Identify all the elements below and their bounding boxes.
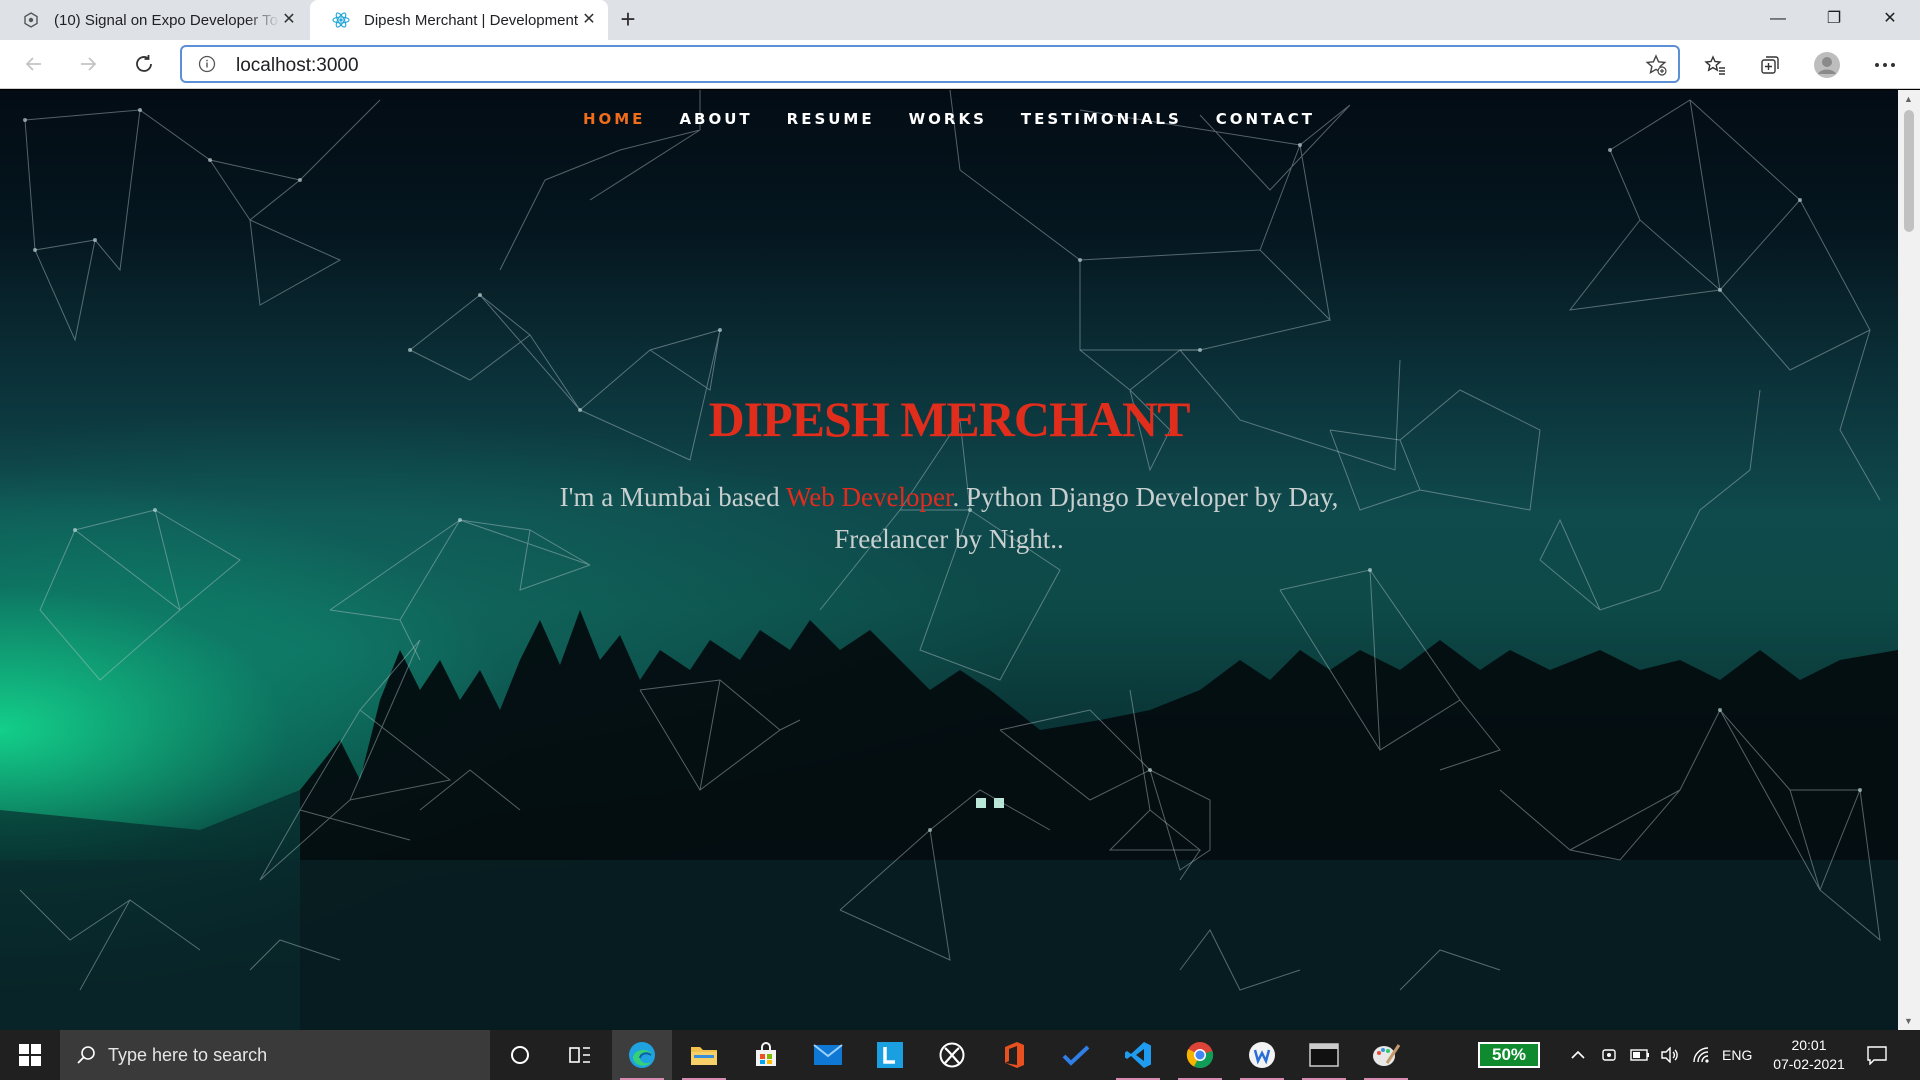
refresh-button[interactable] [128,48,160,80]
task-view-icon[interactable] [550,1030,610,1080]
terminal-icon[interactable] [1294,1030,1354,1080]
show-hidden-icons-icon[interactable] [1570,1030,1586,1080]
collections-icon[interactable] [1755,50,1785,80]
office-icon[interactable] [984,1030,1044,1080]
nav-testimonials[interactable]: TESTIMONIALS [1021,110,1182,128]
react-favicon-icon [332,11,350,29]
more-menu-icon[interactable] [1870,50,1900,80]
scroll-up-icon[interactable]: ▲ [1904,94,1913,104]
page-scrollbar[interactable]: ▲ ▼ [1898,90,1920,1030]
vscode-icon[interactable] [1108,1030,1168,1080]
expo-favicon-icon [22,11,40,29]
intro-prefix: I'm a Mumbai based [559,482,786,512]
notifications-icon[interactable] [1866,1030,1888,1080]
search-icon [77,1046,95,1064]
volume-icon[interactable] [1660,1030,1680,1080]
forward-arrow-icon [81,57,97,71]
browser-tab-bar: (10) Signal on Expo Developer To ✕ Dipes… [0,0,1920,40]
forward-button[interactable] [72,48,104,80]
minimize-button[interactable]: — [1750,0,1806,40]
tab-title: (10) Signal on Expo Developer To [54,11,279,29]
restore-button[interactable]: ❐ [1806,0,1862,40]
todo-icon[interactable] [1046,1030,1106,1080]
cortana-icon[interactable] [490,1030,550,1080]
taskbar-clock[interactable]: 20:01 07-02-2021 [1766,1036,1852,1074]
hero-name: DIPESH MERCHANT [708,391,1191,447]
close-window-button[interactable]: ✕ [1862,0,1918,40]
mail-icon[interactable] [798,1030,858,1080]
nav-contact[interactable]: CONTACT [1216,110,1315,128]
search-placeholder: Type here to search [108,1044,268,1065]
site-info-icon[interactable] [198,55,216,78]
windows-logo-icon [19,1044,41,1066]
profile-avatar-icon[interactable] [1812,50,1842,80]
clock-date: 07-02-2021 [1773,1056,1845,1072]
wifi-icon[interactable] [1692,1030,1712,1080]
intro-highlight: Web Developer [785,482,953,512]
page-viewport: HOME ABOUT RESUME WORKS TESTIMONIALS CON… [0,90,1898,1030]
scroll-down-icon[interactable]: ▼ [1904,1016,1913,1026]
back-arrow-icon [25,57,41,71]
file-explorer-icon[interactable] [674,1030,734,1080]
meet-now-icon[interactable] [1600,1030,1618,1080]
close-tab-icon[interactable]: ✕ [280,11,298,29]
paint-icon[interactable] [1356,1030,1416,1080]
nav-about[interactable]: ABOUT [679,110,752,128]
hero-intro: I'm a Mumbai based Web Developer. Python… [500,476,1398,560]
battery-indicator[interactable]: 50% [1478,1042,1540,1068]
clock-time: 20:01 [1791,1037,1827,1053]
favorites-icon[interactable] [1700,50,1730,80]
site-navigation: HOME ABOUT RESUME WORKS TESTIMONIALS CON… [0,110,1898,128]
store-icon[interactable] [736,1030,796,1080]
new-tab-button[interactable]: + [614,6,642,34]
refresh-icon [136,55,152,72]
url-text: localhost:3000 [236,55,359,76]
tab-dipesh-merchant[interactable]: Dipesh Merchant | Development ✕ [310,0,608,40]
taskbar-search[interactable]: Type here to search [60,1030,490,1080]
hero-background-art [0,90,1898,1030]
battery-icon[interactable] [1630,1030,1650,1080]
app-w-icon[interactable] [1232,1030,1292,1080]
nav-works[interactable]: WORKS [909,110,987,128]
back-button[interactable] [18,48,50,80]
address-bar[interactable]: localhost:3000 [180,45,1680,83]
windows-taskbar: Type here to search 50% ENG 20:01 07-02-… [0,1030,1920,1080]
tab-signal-expo[interactable]: (10) Signal on Expo Developer To ✕ [0,0,308,40]
scroll-thumb[interactable] [1904,110,1914,232]
xbox-icon[interactable] [922,1030,982,1080]
app-l-icon[interactable] [860,1030,920,1080]
edge-icon[interactable] [612,1030,672,1080]
address-toolbar: localhost:3000 [0,40,1920,89]
input-language[interactable]: ENG [1722,1030,1752,1080]
tab-title: Dipesh Merchant | Development [364,11,578,29]
start-button[interactable] [0,1030,60,1080]
close-tab-icon[interactable]: ✕ [580,11,598,29]
nav-home[interactable]: HOME [583,110,645,128]
nav-resume[interactable]: RESUME [787,110,875,128]
chrome-icon[interactable] [1170,1030,1230,1080]
add-favorite-icon[interactable] [1644,53,1668,82]
